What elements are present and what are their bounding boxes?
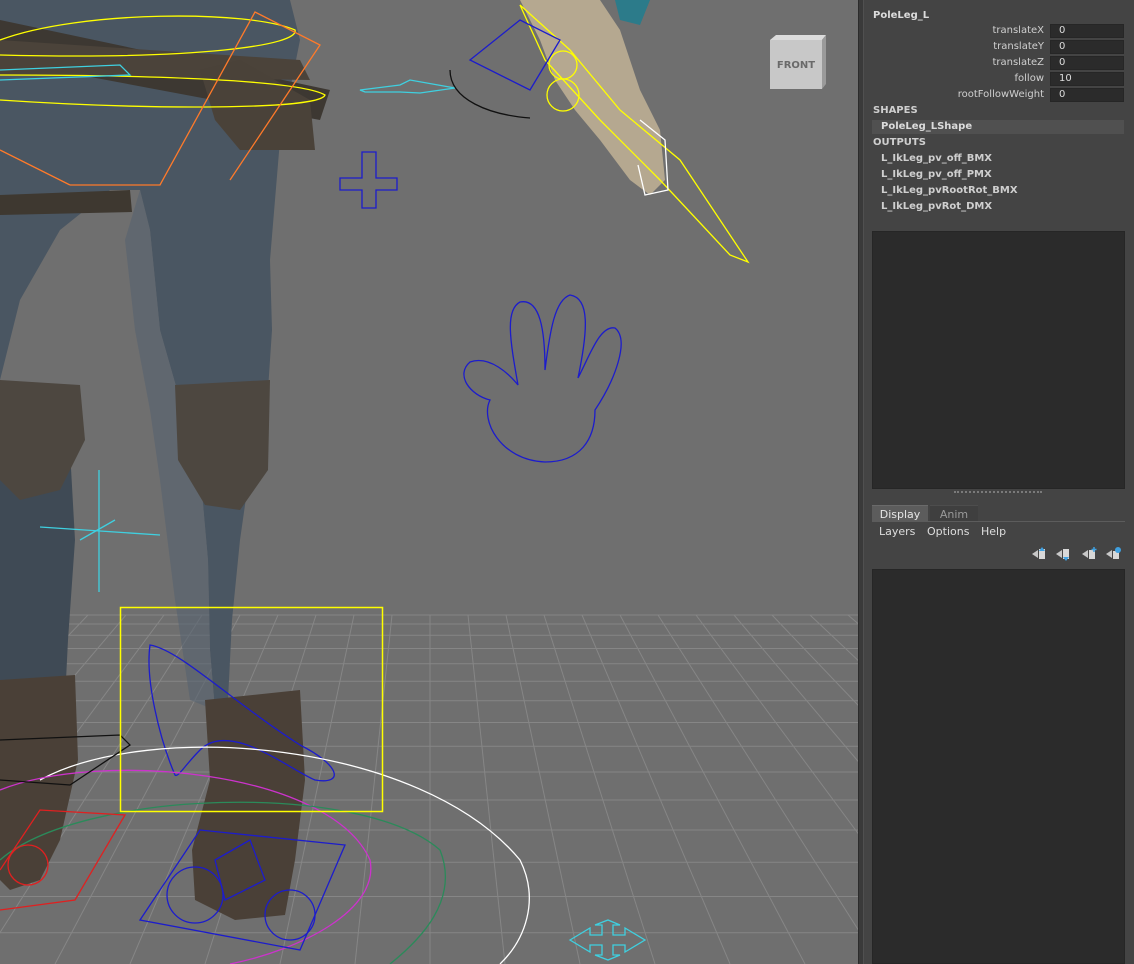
floor-grid	[0, 614, 858, 964]
character-legs	[0, 0, 330, 920]
grid-line	[809, 614, 858, 661]
grid-line	[771, 614, 858, 706]
rootfollowweight-field[interactable]: 0	[1050, 88, 1124, 102]
layer-list[interactable]	[872, 569, 1125, 964]
attribute-editor-panel: PoleLeg_L translateX 0 translateY 0 tran…	[864, 0, 1134, 964]
translatex-field[interactable]: 0	[1050, 24, 1124, 38]
attribute-notes-area	[872, 231, 1125, 489]
grid-line	[847, 614, 858, 625]
grid-line	[619, 614, 806, 964]
new-layer-icon[interactable]	[1080, 546, 1098, 562]
attr-row-translatez: translateZ 0	[864, 56, 1134, 70]
attr-label: follow	[1014, 73, 1045, 84]
layer-toolbar	[1030, 546, 1126, 562]
attr-row-rootfollowweight: rootFollowWeight 0	[864, 88, 1134, 102]
character-hand	[520, 0, 665, 195]
viewport-scene	[0, 0, 858, 964]
grid-line	[657, 614, 858, 931]
shapes-header: SHAPES	[873, 105, 918, 116]
attr-row-translatey: translateY 0	[864, 40, 1134, 54]
tab-anim[interactable]: Anim	[930, 505, 978, 522]
translatez-field[interactable]: 0	[1050, 56, 1124, 70]
translatey-field[interactable]: 0	[1050, 40, 1124, 54]
attr-row-translatex: translateX 0	[864, 24, 1134, 38]
attr-label: rootFollowWeight	[957, 89, 1044, 100]
output-item[interactable]: L_IkLeg_pv_off_PMX	[881, 169, 992, 180]
menu-options[interactable]: Options	[927, 525, 969, 538]
output-item[interactable]: L_IkLeg_pv_off_BMX	[881, 153, 992, 164]
move-layer-up-icon[interactable]	[1030, 546, 1048, 562]
grid-line	[354, 614, 393, 964]
3d-viewport[interactable]: FRONT	[0, 0, 858, 964]
tab-divider	[872, 521, 1125, 522]
follow-field[interactable]: 10	[1050, 72, 1124, 86]
output-item[interactable]: L_IkLeg_pvRot_DMX	[881, 201, 992, 212]
grid-line	[733, 614, 858, 762]
tab-display[interactable]: Display	[872, 505, 928, 522]
attr-label: translateZ	[992, 57, 1044, 68]
grid-line	[467, 614, 506, 964]
layer-editor-tabs: Display Anim	[872, 505, 1125, 522]
grid-line	[581, 614, 731, 964]
grid-line	[543, 614, 656, 964]
grid-line	[505, 614, 581, 964]
attr-label: translateX	[992, 25, 1044, 36]
panel-resize-handle[interactable]	[954, 491, 1042, 495]
node-name: PoleLeg_L	[873, 10, 930, 21]
new-layer-from-selected-icon[interactable]	[1104, 546, 1122, 562]
menu-layers[interactable]: Layers	[879, 525, 915, 538]
maya-window: FRONT PoleLeg_L translateX 0 translateY …	[0, 0, 1134, 964]
menu-help[interactable]: Help	[981, 525, 1006, 538]
shape-item[interactable]: PoleLeg_LShape	[872, 120, 1124, 134]
view-cube-label: FRONT	[777, 60, 815, 71]
attr-label: translateY	[993, 41, 1044, 52]
move-layer-down-icon[interactable]	[1054, 546, 1072, 562]
outputs-header: OUTPUTS	[873, 137, 926, 148]
view-cube[interactable]: FRONT	[768, 34, 830, 92]
output-item[interactable]: L_IkLeg_pvRootRot_BMX	[881, 185, 1018, 196]
attr-row-follow: follow 10	[864, 72, 1134, 86]
